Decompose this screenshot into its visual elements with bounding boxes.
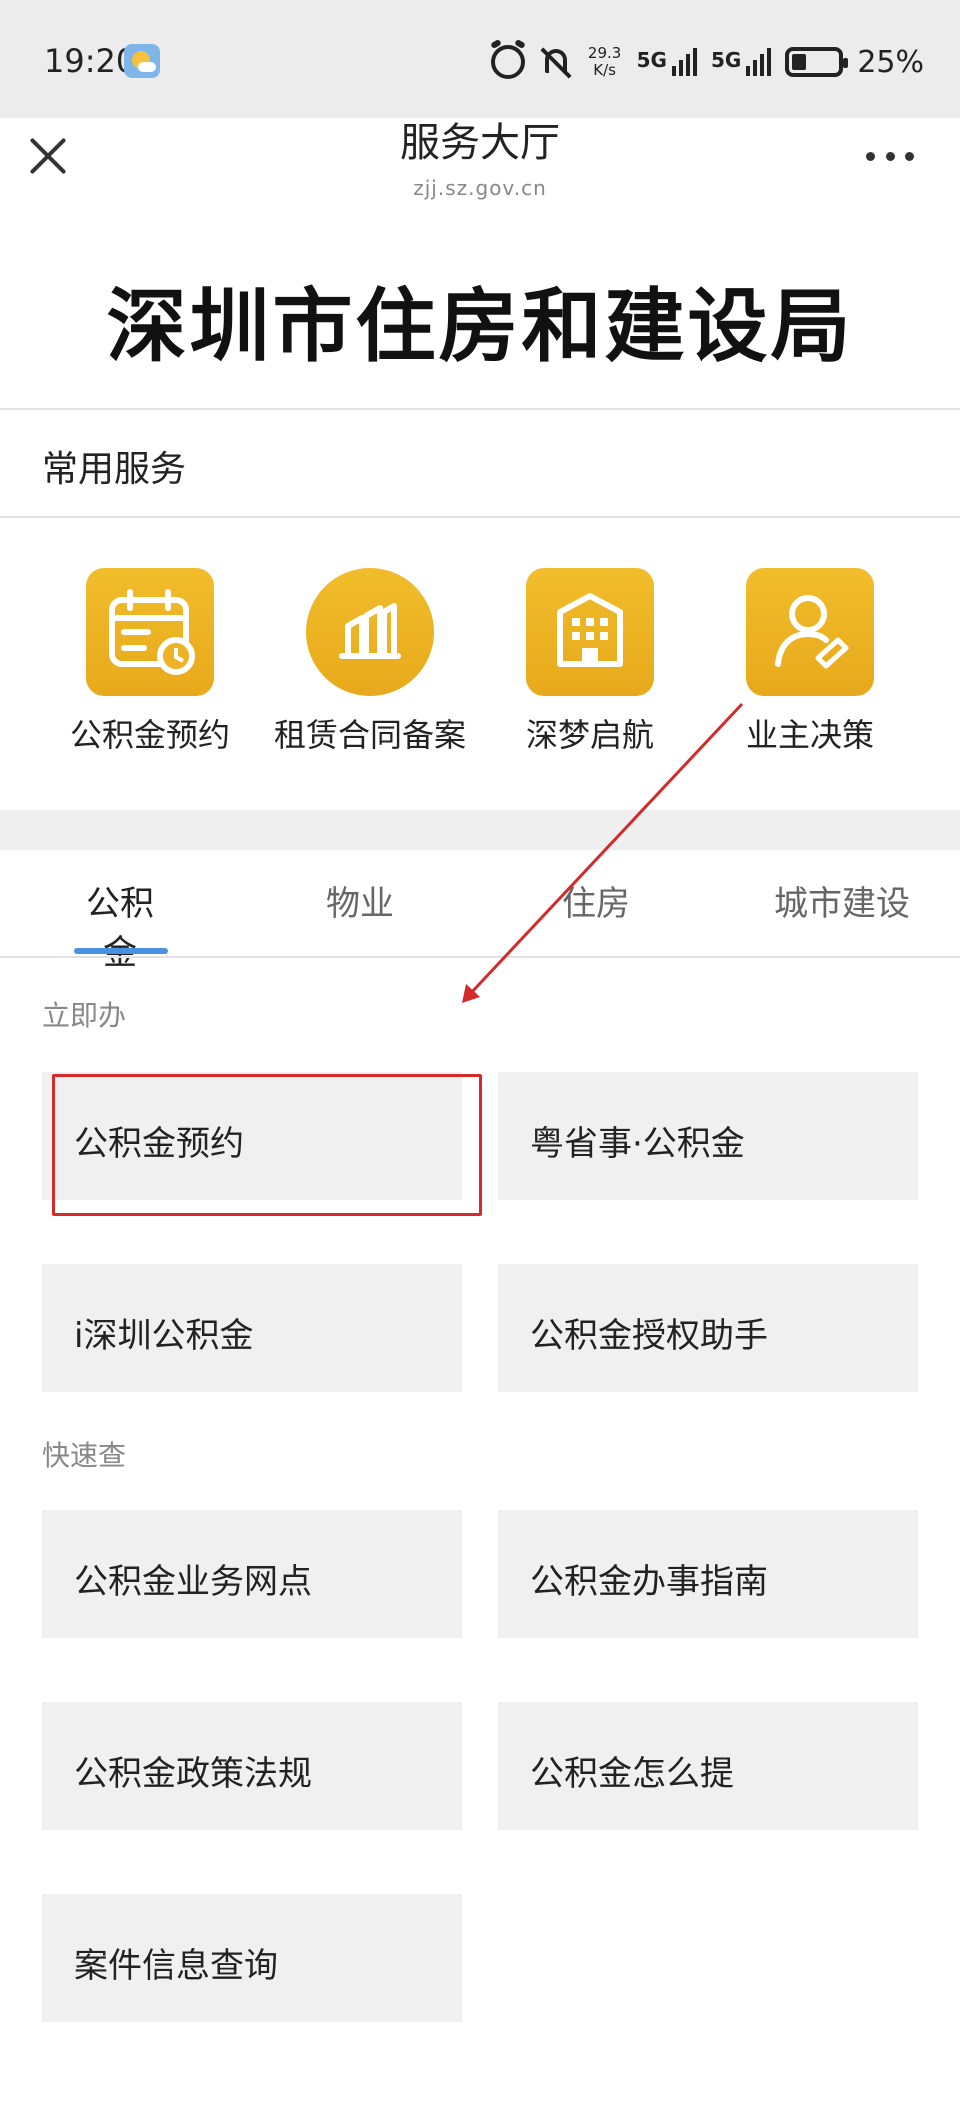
divider (0, 516, 960, 518)
network-label-1: 5G (636, 48, 667, 72)
list-item[interactable]: i深圳公积金 (42, 1264, 462, 1392)
calendar-icon (86, 568, 214, 696)
tab-housing-fund[interactable]: 公积金 (70, 876, 170, 974)
list-item[interactable]: 公积金政策法规 (42, 1702, 462, 1830)
service-label: 业主决策 (745, 716, 874, 754)
network-label-2: 5G (710, 48, 742, 72)
status-time: 19:20 (44, 42, 137, 80)
list-item-label: i深圳公积金 (74, 1316, 254, 1356)
divider (0, 408, 960, 410)
page-title: 服务大厅 (400, 120, 560, 166)
list-item[interactable]: 公积金授权助手 (498, 1264, 918, 1392)
weather-icon (124, 44, 160, 78)
list-item[interactable]: 案件信息查询 (42, 1894, 462, 2022)
common-services-label: 常用服务 (42, 449, 187, 490)
net-speed-unit: K/s (593, 61, 616, 79)
list-item[interactable]: 公积金怎么提 (498, 1702, 918, 1830)
tab-urban-construction[interactable]: 城市建设 (772, 876, 912, 925)
list-item-label: 粤省事·公积金 (530, 1124, 745, 1164)
list-item-label: 公积金预约 (74, 1124, 244, 1164)
battery-level: 25% (857, 44, 924, 80)
list-item[interactable]: 公积金业务网点 (42, 1510, 462, 1638)
net-speed: 29.3 K/s (587, 45, 623, 79)
group-label-quick-check: 快速查 (42, 1439, 127, 1472)
list-item-label: 公积金授权助手 (530, 1316, 768, 1356)
service-shenmeng[interactable]: 深梦启航 (480, 568, 700, 756)
divider (0, 956, 960, 958)
list-item[interactable]: 粤省事·公积金 (498, 1072, 918, 1200)
status-bar: 19:20 29.3 K/s 5G 5G 25% (0, 0, 960, 118)
list-item-label: 公积金政策法规 (74, 1754, 312, 1794)
service-label: 租赁合同备案 (273, 716, 466, 754)
more-options-icon[interactable] (866, 152, 914, 162)
list-item[interactable]: 公积金办事指南 (498, 1510, 918, 1638)
tab-active-indicator (74, 948, 168, 954)
list-item-label: 公积金办事指南 (530, 1562, 768, 1602)
status-icons: 29.3 K/s 5G 5G 25% (490, 40, 924, 84)
user-ticket-icon (746, 568, 874, 696)
org-title: 深圳市住房和建设局 (106, 280, 854, 373)
battery-icon (785, 47, 849, 77)
service-label: 公积金预约 (69, 716, 230, 754)
list-item-label: 公积金怎么提 (530, 1754, 734, 1794)
section-separator (0, 810, 960, 850)
signal-icon-2: 5G (710, 48, 772, 76)
service-appointment[interactable]: 公积金预约 (40, 568, 260, 756)
alarm-icon (490, 45, 525, 79)
list-item-label: 案件信息查询 (74, 1946, 278, 1986)
mute-icon (539, 45, 573, 79)
tab-housing[interactable]: 住房 (556, 876, 636, 925)
net-speed-value: 29.3 (587, 44, 622, 62)
list-item-label: 公积金业务网点 (74, 1562, 312, 1602)
list-item[interactable]: 公积金预约 (42, 1072, 462, 1200)
service-label: 深梦启航 (525, 716, 654, 754)
service-owner-decision[interactable]: 业主决策 (700, 568, 920, 756)
group-label-immediate: 立即办 (42, 999, 127, 1032)
page-domain: zjj.sz.gov.cn (413, 176, 547, 200)
service-lease-filing[interactable]: 租赁合同备案 (260, 568, 480, 756)
tab-property[interactable]: 物业 (320, 876, 400, 925)
apartment-icon (526, 568, 654, 696)
signal-icon-1: 5G (637, 48, 697, 76)
building-chart-icon (306, 568, 434, 696)
